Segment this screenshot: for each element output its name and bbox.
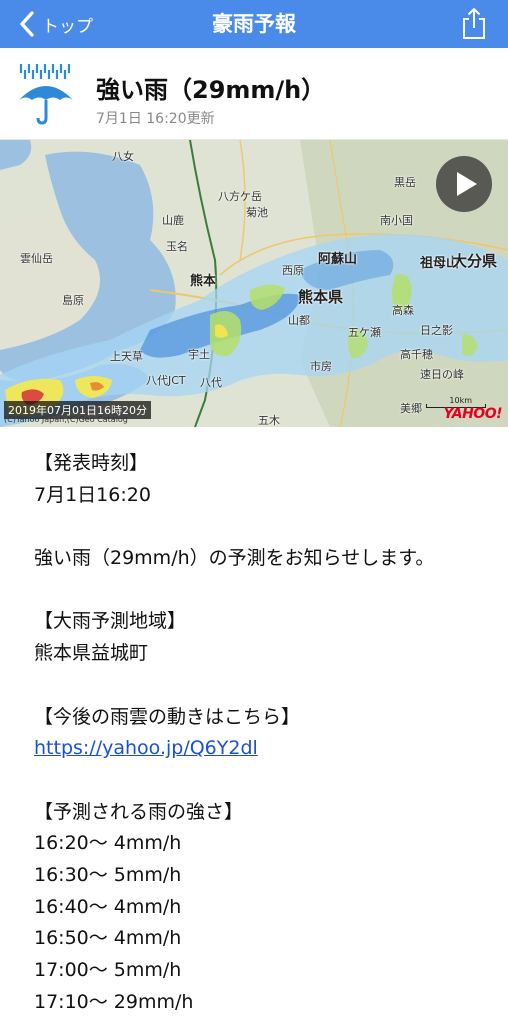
rain-cloud-link[interactable]: https://yahoo.jp/Q6Y2dl xyxy=(34,737,258,759)
announce-time-header: 【発表時刻】 xyxy=(34,452,149,474)
back-button[interactable]: トップ xyxy=(18,9,93,39)
map-label-uto: 宇土 xyxy=(188,348,210,361)
forecast-item: 16:30〜 5mm/h xyxy=(34,864,182,887)
map-label-yamato: 山都 xyxy=(288,314,310,327)
map-label-hakodate: 八方ケ岳 xyxy=(218,190,262,203)
map-label-minami-oguni: 南小国 xyxy=(380,214,413,227)
announce-time: 7月1日16:20 xyxy=(34,483,151,506)
forecast-header: 【予測される雨の強さ】 xyxy=(34,800,244,823)
map-label-kumamoto: 熊本 xyxy=(190,274,217,289)
map-background xyxy=(0,140,508,427)
map-label-oita-pref: 大分県 xyxy=(452,252,498,270)
link-header: 【今後の雨雲の動きはこちら】 xyxy=(34,705,301,728)
map-label-misato: 美郷 xyxy=(400,402,422,415)
map-label-kikuchi: 菊池 xyxy=(246,206,268,219)
chevron-left-icon xyxy=(20,11,34,37)
yahoo-logo: YAHOO! xyxy=(443,406,502,422)
alert-title: 強い雨（29mm/h） xyxy=(96,76,326,104)
rain-radar-map[interactable]: 八女 八方ケ岳 菊池 山鹿 玉名 雲仙岳 熊本 島原 西原 阿蘇山 熊本県 山都… xyxy=(0,140,508,427)
share-icon[interactable] xyxy=(460,7,488,41)
forecast-item: 16:20〜 4mm/h xyxy=(34,832,182,855)
forecast-item: 17:10〜 29mm/h xyxy=(34,990,194,1013)
map-copyright: (C)Yahoo Japan,(C)Geo Catalog xyxy=(4,415,128,424)
alert-header: 強い雨（29mm/h） 7月1日 16:20更新 xyxy=(0,48,508,140)
map-label-kumamoto-pref: 熊本県 xyxy=(298,288,344,306)
map-label-ichifusa: 市房 xyxy=(310,360,332,373)
map-label-yamaga: 山鹿 xyxy=(162,214,184,227)
play-icon xyxy=(457,172,477,196)
map-label-takachiho: 高千穂 xyxy=(400,348,433,361)
region-header: 【大雨予測地域】 xyxy=(34,610,187,633)
umbrella-rain-icon xyxy=(19,64,73,125)
map-label-yame: 八女 xyxy=(112,150,134,163)
map-label-takamori: 高森 xyxy=(392,304,414,317)
alert-updated-time: 7月1日 16:20更新 xyxy=(96,111,215,127)
forecast-item: 17:00〜 5mm/h xyxy=(34,959,182,982)
back-button-label: トップ xyxy=(42,16,93,37)
map-label-sueyoshi: 速日の峰 xyxy=(420,368,464,381)
map-label-hinokage: 日之影 xyxy=(420,324,453,337)
map-label-yatsushiro: 八代 xyxy=(200,376,222,389)
region-name: 熊本県益城町 xyxy=(34,642,149,665)
map-label-kamiamakusa: 上天草 xyxy=(110,350,143,363)
navigation-bar: トップ 豪雨予報 xyxy=(0,0,508,48)
map-label-shimabara: 島原 xyxy=(62,294,84,307)
play-animation-button[interactable] xyxy=(436,156,492,212)
map-label-unzen: 雲仙岳 xyxy=(20,252,53,265)
map-label-kurodake: 黒岳 xyxy=(394,176,416,189)
forecast-item: 16:50〜 4mm/h xyxy=(34,927,182,950)
map-label-gokase: 五ケ瀬 xyxy=(348,326,381,339)
map-label-nishihara: 西原 xyxy=(282,264,304,277)
announce-message: 強い雨（29mm/h）の予測をお知らせします。 xyxy=(34,547,435,570)
alert-body: 【発表時刻】 7月1日16:20 強い雨（29mm/h）の予測をお知らせします。… xyxy=(34,448,494,1019)
map-label-itsuki: 五木 xyxy=(258,414,280,427)
map-label-aso: 阿蘇山 xyxy=(318,252,358,267)
forecast-item: 16:40〜 4mm/h xyxy=(34,895,182,918)
map-label-tamana: 玉名 xyxy=(166,240,188,253)
map-label-yatsushiro-jct: 八代JCT xyxy=(146,374,186,387)
